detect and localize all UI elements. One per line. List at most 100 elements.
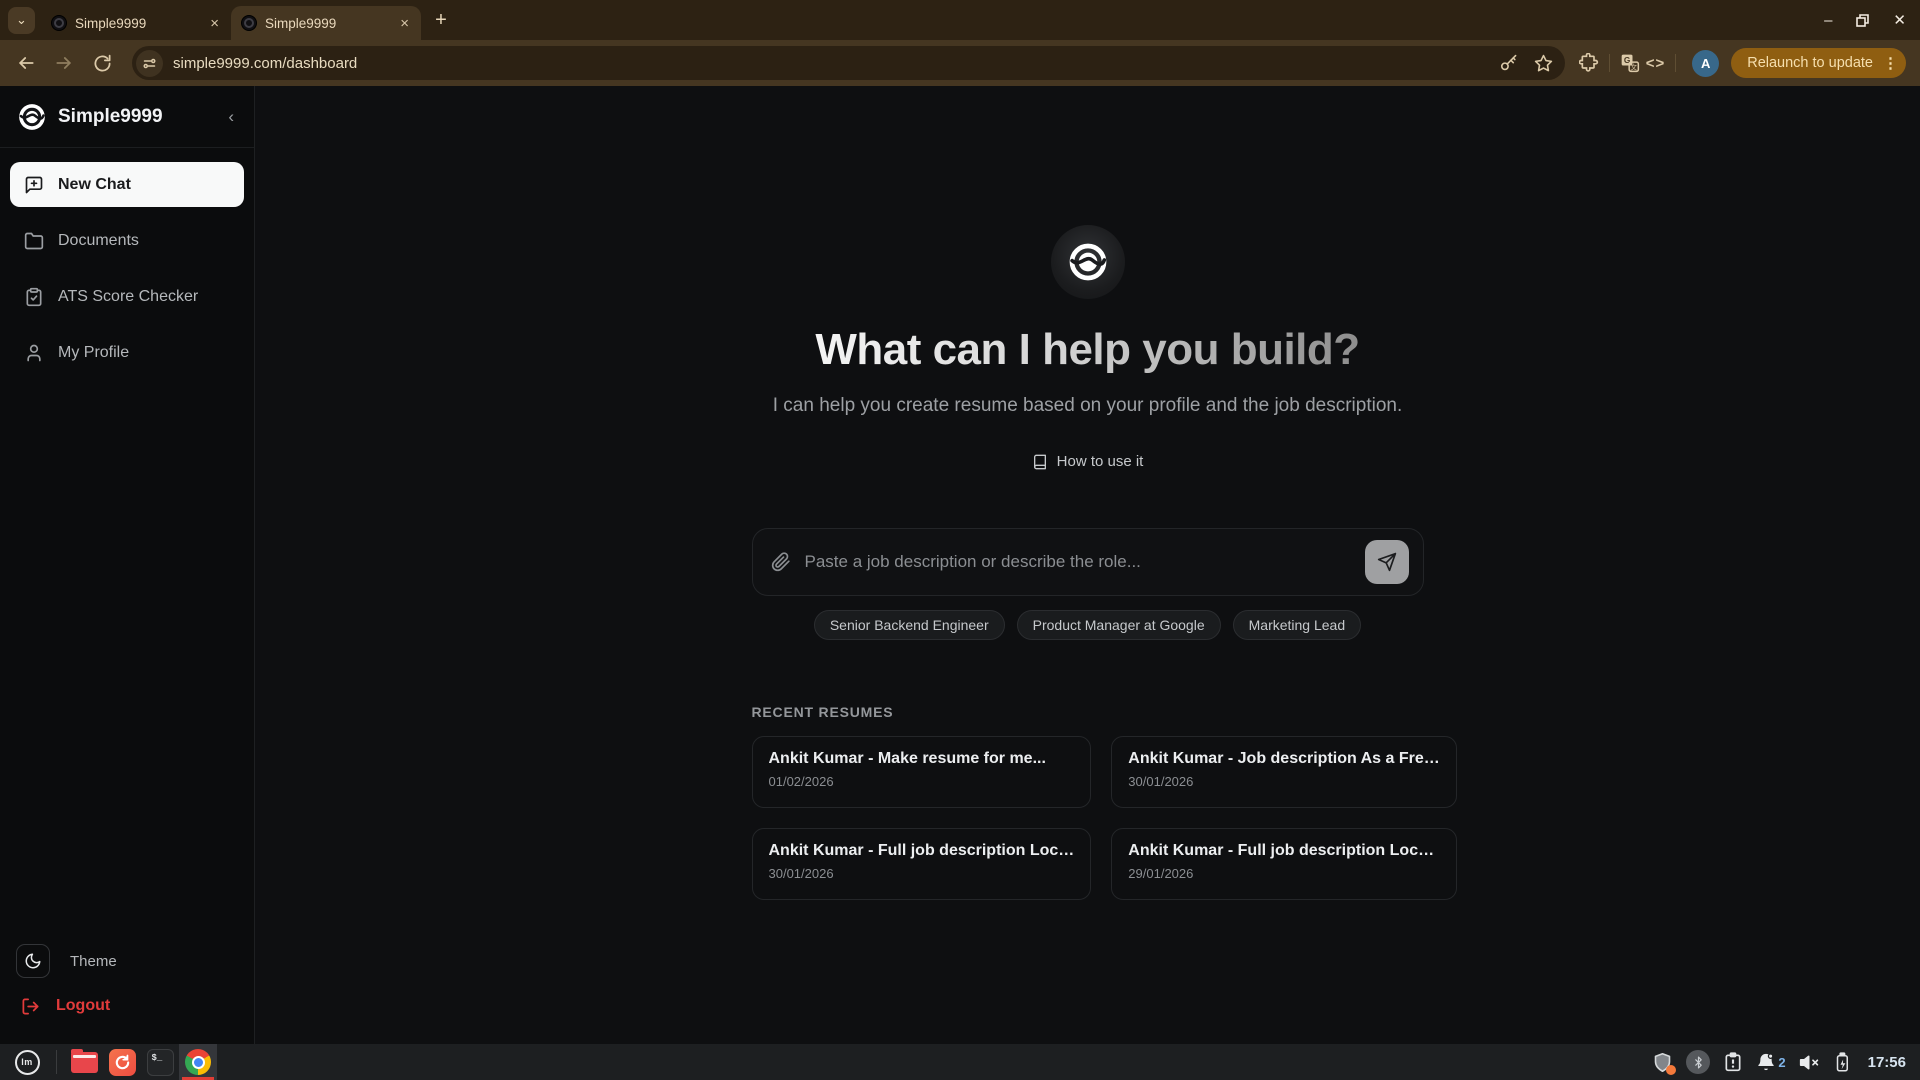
relaunch-to-update-button[interactable]: Relaunch to update ⋮	[1731, 48, 1906, 78]
sidebar-item-my-profile[interactable]: My Profile	[10, 330, 244, 375]
recent-resumes-heading: RECENT RESUMES	[751, 704, 894, 720]
chrome-launcher-active[interactable]	[179, 1044, 217, 1080]
forward-button[interactable]	[48, 47, 80, 79]
resume-card[interactable]: Ankit Kumar - Full job description Loc… …	[1111, 828, 1457, 900]
close-icon[interactable]: ×	[398, 14, 411, 33]
browser-menu-kebab-icon[interactable]: ⋮	[1883, 54, 1898, 72]
window-controls: – ✕	[1824, 0, 1906, 40]
linux-mint-icon: lm	[14, 1049, 40, 1075]
send-button[interactable]	[1364, 540, 1409, 584]
chrome-icon	[185, 1049, 211, 1075]
page-title: What can I help you build?	[815, 325, 1360, 374]
terminal-icon: $_	[146, 1048, 174, 1076]
close-window-button[interactable]: ✕	[1893, 11, 1906, 29]
key-icon[interactable]	[1499, 54, 1518, 73]
minimize-button[interactable]: –	[1824, 12, 1832, 29]
sidebar-item-new-chat[interactable]: New Chat	[10, 162, 244, 207]
folder-icon	[70, 1048, 98, 1073]
send-icon	[1377, 552, 1396, 572]
resume-card[interactable]: Ankit Kumar - Full job description Loc… …	[751, 828, 1092, 900]
security-shield-tray-icon[interactable]	[1652, 1052, 1677, 1075]
book-icon	[1033, 454, 1046, 469]
relaunch-label: Relaunch to update	[1747, 55, 1873, 71]
browser-toolbar: simple9999.com/dashboard G 文 <> A Relaun…	[0, 40, 1920, 86]
bluetooth-tray-icon[interactable]	[1686, 1050, 1711, 1074]
hero-logo-circle	[1050, 225, 1125, 299]
firefox-launcher[interactable]	[103, 1044, 141, 1080]
sidebar-item-documents[interactable]: Documents	[10, 218, 244, 263]
translate-icon[interactable]: G 文	[1620, 53, 1640, 73]
resume-title: Ankit Kumar - Full job description Loc…	[1128, 842, 1435, 859]
site-favicon	[51, 15, 67, 31]
system-tray: 2 17:56	[1652, 1050, 1914, 1075]
reload-icon	[94, 54, 110, 71]
moon-icon	[25, 953, 41, 969]
paperclip-attach-icon[interactable]	[771, 552, 791, 572]
svg-text:文: 文	[1630, 62, 1637, 71]
sidebar-collapse-button[interactable]: ‹	[224, 107, 238, 127]
logout-icon	[22, 998, 39, 1014]
taskbar-clock[interactable]: 17:56	[1868, 1054, 1906, 1071]
reload-button[interactable]	[86, 47, 118, 79]
sidebar-footer: Theme Logout	[0, 944, 254, 1044]
resume-card[interactable]: Ankit Kumar - Make resume for me... 01/0…	[751, 736, 1092, 808]
toolbar-separator	[1608, 54, 1610, 72]
sidebar-item-label: My Profile	[58, 343, 130, 361]
job-description-input-container	[751, 528, 1424, 596]
resume-card[interactable]: Ankit Kumar - Job description As a Fre… …	[1111, 736, 1457, 808]
back-button[interactable]	[10, 47, 42, 79]
tab-search-button[interactable]: ⌄	[8, 6, 35, 34]
update-manager-tray-icon[interactable]	[1723, 1052, 1743, 1072]
recent-resumes-grid: Ankit Kumar - Make resume for me... 01/0…	[751, 736, 1457, 900]
tab-simple9999-2[interactable]: Simple9999 ×	[231, 6, 421, 40]
firefox-icon	[108, 1048, 136, 1076]
resume-title: Ankit Kumar - Make resume for me...	[768, 750, 1046, 767]
clipboard-check-icon	[26, 287, 42, 306]
folder-icon	[24, 232, 44, 249]
battery-charging-tray-icon[interactable]	[1833, 1051, 1851, 1073]
sidebar-header: Simple9999 ‹	[0, 86, 254, 148]
restore-button[interactable]	[1856, 13, 1870, 27]
devtools-code-icon[interactable]: <>	[1646, 55, 1666, 72]
shield-status-dot	[1666, 1064, 1677, 1075]
job-description-input[interactable]	[804, 552, 1365, 572]
site-favicon	[241, 15, 257, 31]
close-icon[interactable]: ×	[208, 14, 221, 33]
new-tab-button[interactable]: +	[427, 6, 455, 34]
extensions-puzzle-icon[interactable]	[1578, 53, 1599, 73]
mint-menu-button[interactable]: lm	[12, 1047, 42, 1077]
sidebar-item-label: New Chat	[58, 175, 131, 193]
logout-label: Logout	[56, 997, 111, 1014]
tab-title: Simple9999	[75, 15, 147, 31]
chip-senior-backend-engineer[interactable]: Senior Backend Engineer	[813, 610, 1005, 640]
logout-button[interactable]: Logout	[16, 992, 238, 1020]
chevron-down-icon: ⌄	[16, 12, 27, 27]
site-info-button[interactable]	[136, 49, 163, 77]
terminal-launcher[interactable]: $_	[141, 1044, 179, 1080]
notification-count-badge: 2	[1778, 1054, 1786, 1070]
sidebar-nav: New Chat Documents ATS Score Checker My …	[0, 148, 254, 386]
file-manager-launcher[interactable]	[65, 1044, 103, 1080]
user-icon	[27, 344, 41, 361]
bookmark-star-icon[interactable]	[1534, 54, 1553, 73]
profile-avatar[interactable]: A	[1692, 49, 1720, 77]
tab-simple9999-1[interactable]: Simple9999 ×	[41, 6, 231, 40]
address-bar[interactable]: simple9999.com/dashboard	[132, 46, 1565, 80]
chip-product-manager-at-google[interactable]: Product Manager at Google	[1016, 610, 1221, 640]
toolbar-separator	[1675, 54, 1677, 72]
theme-toggle-button[interactable]	[16, 944, 50, 978]
chat-plus-icon	[25, 176, 43, 193]
chip-marketing-lead[interactable]: Marketing Lead	[1232, 610, 1362, 640]
resume-date: 30/01/2026	[768, 866, 834, 881]
resume-date: 30/01/2026	[1128, 774, 1194, 789]
notifications-tray-icon[interactable]: 2	[1756, 1052, 1786, 1072]
sidebar-item-ats-score-checker[interactable]: ATS Score Checker	[10, 274, 244, 319]
arrow-left-icon	[19, 57, 34, 69]
taskbar-divider	[56, 1050, 57, 1074]
volume-muted-tray-icon[interactable]	[1799, 1052, 1820, 1073]
tune-icon	[143, 58, 156, 68]
simple9999-hero-logo-icon	[1069, 243, 1106, 281]
arrow-right-icon	[56, 57, 71, 69]
sidebar: Simple9999 ‹ New Chat Documents ATS Scor…	[0, 86, 255, 1044]
how-to-use-button[interactable]: How to use it	[1032, 453, 1143, 470]
